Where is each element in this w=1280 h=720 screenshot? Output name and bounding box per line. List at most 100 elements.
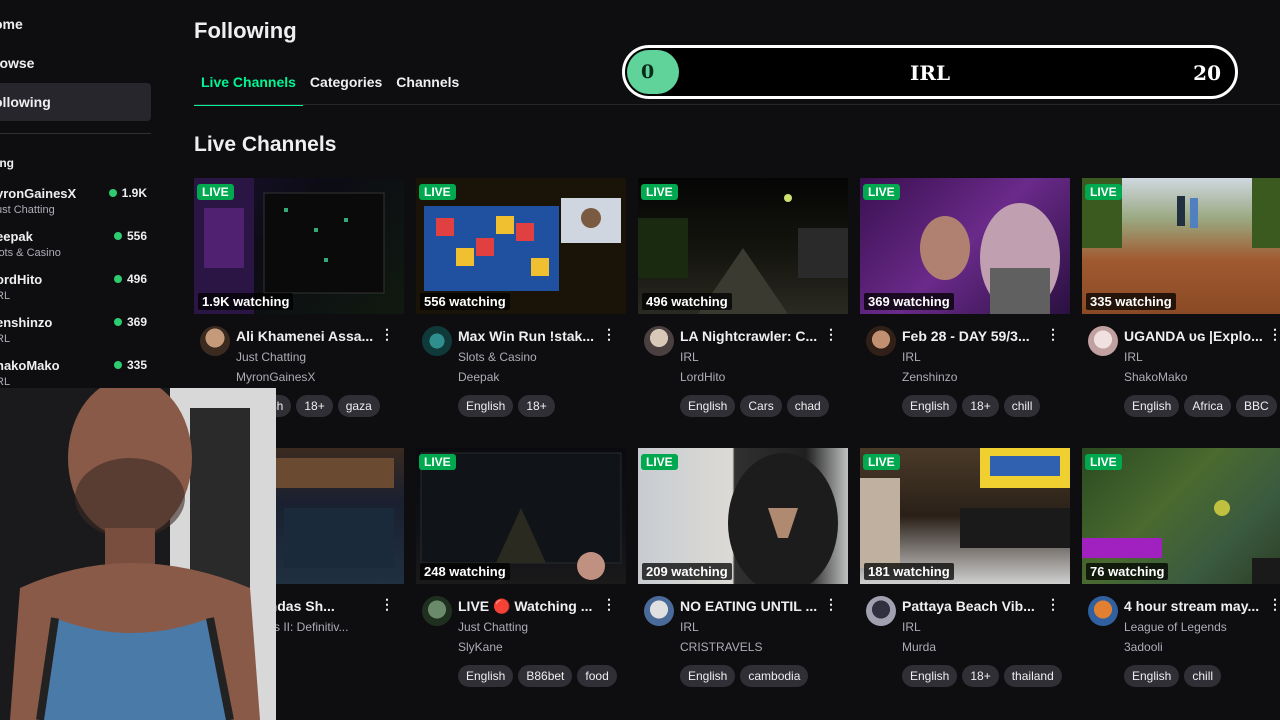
tab-categories[interactable]: Categories [303,72,389,104]
more-options-icon[interactable]: ⋮ [1046,326,1060,343]
avatar[interactable] [1088,596,1118,626]
stream-category[interactable]: IRL [902,350,921,364]
stream-thumbnail[interactable]: LIVE 248 watching [416,448,626,584]
more-options-icon[interactable]: ⋮ [1268,596,1280,613]
stream-thumbnail[interactable]: LIVE 369 watching [860,178,1070,314]
avatar[interactable] [644,596,674,626]
stream-category[interactable]: IRL [1124,350,1143,364]
more-options-icon[interactable]: ⋮ [602,326,616,343]
nav-browse[interactable]: rowse [0,44,151,82]
stream-thumbnail[interactable]: LIVE 1.9K watching [194,178,404,314]
stream-thumbnail[interactable]: LIVE 76 watching [1082,448,1280,584]
tag[interactable]: chad [786,395,829,417]
stream-category[interactable]: Slots & Casino [458,350,537,364]
tag[interactable]: chill [1003,395,1041,417]
stream-title[interactable]: 4 hour stream may... [1124,598,1272,614]
stream-thumbnail[interactable]: LIVE 335 watching [1082,178,1280,314]
stream-title[interactable]: UGANDA ᴜɢ |Explo... [1124,328,1272,344]
tag[interactable]: 18+ [962,665,999,687]
tag[interactable]: 18+ [296,395,333,417]
tag[interactable]: English [902,665,958,687]
tag[interactable]: B86bet [518,665,573,687]
tag[interactable]: thailand [1003,665,1062,687]
stream-thumbnail[interactable]: LIVE 556 watching [416,178,626,314]
streamer-name[interactable]: MyronGainesX [236,370,315,384]
stream-title[interactable]: Feb 28 - DAY 59/3... [902,328,1050,344]
stream-card[interactable]: LIVE 248 watching LIVE 🔴 Watching ... ⋮ … [416,448,626,698]
stream-title[interactable]: LIVE 🔴 Watching ... [458,598,606,615]
stream-card[interactable]: LIVE 209 watching NO EATING UNTIL ... ⋮ … [638,448,848,698]
tab-channels[interactable]: Channels [389,72,466,104]
stream-card[interactable]: LIVE 76 watching 4 hour stream may... ⋮ … [1082,448,1280,698]
stream-card[interactable]: LIVE 369 watching Feb 28 - DAY 59/3... ⋮… [860,178,1070,428]
nav-following[interactable]: ollowing [0,83,151,121]
more-options-icon[interactable]: ⋮ [824,596,838,613]
stream-category[interactable]: League of Legends [1124,620,1227,634]
stream-title[interactable]: LA Nightcrawler: C... [680,328,828,344]
tag[interactable]: food [577,665,617,687]
tag[interactable]: BBC [1236,395,1277,417]
stream-card[interactable]: LIVE 556 watching Max Win Run !stak... ⋮… [416,178,626,428]
tag[interactable]: 18+ [962,395,999,417]
sidebar-channel[interactable]: ordHito RL 496 [0,272,151,312]
sidebar-channel[interactable]: yronGainesX ust Chatting 1.9K [0,186,151,226]
nav-home-label: ome [0,16,23,32]
tag[interactable]: cambodia [740,665,809,687]
streamer-name[interactable]: ShakoMako [1124,370,1187,384]
stream-card[interactable]: LIVE 181 watching Pattaya Beach Vib... ⋮… [860,448,1070,698]
tag[interactable]: English [1124,665,1180,687]
stream-thumbnail[interactable]: LIVE 181 watching [860,448,1070,584]
streamer-name[interactable]: LordHito [680,370,725,384]
more-options-icon[interactable]: ⋮ [1268,326,1280,343]
tag[interactable]: chill [1184,665,1222,687]
more-options-icon[interactable]: ⋮ [1046,596,1060,613]
stream-card[interactable]: LIVE 496 watching LA Nightcrawler: C... … [638,178,848,428]
more-options-icon[interactable]: ⋮ [380,326,394,343]
sidebar-channel-viewers: 556 [113,229,147,243]
stream-category[interactable]: IRL [902,620,921,634]
stream-category[interactable]: Just Chatting [458,620,528,634]
stream-card[interactable]: LIVE 335 watching UGANDA ᴜɢ |Explo... ⋮ … [1082,178,1280,428]
tab-bar: Live Channels Categories Channels [194,72,466,106]
streamer-name[interactable]: Murda [902,640,936,654]
tag[interactable]: English [1124,395,1180,417]
tag[interactable]: English [458,665,514,687]
avatar[interactable] [422,326,452,356]
streamer-name[interactable]: SlyKane [458,640,503,654]
tag[interactable]: English [680,395,736,417]
tag[interactable]: English [902,395,958,417]
streamer-name[interactable]: Zenshinzo [902,370,957,384]
stream-category[interactable]: IRL [680,350,699,364]
avatar[interactable] [866,326,896,356]
tag[interactable]: Cars [740,395,782,417]
more-options-icon[interactable]: ⋮ [380,596,394,613]
streamer-name[interactable]: Deepak [458,370,499,384]
tag[interactable]: gaza [337,395,380,417]
stream-title[interactable]: Max Win Run !stak... [458,328,606,344]
streamer-name[interactable]: 3adooli [1124,640,1163,654]
avatar[interactable] [644,326,674,356]
sidebar-channel[interactable]: enshinzo RL 369 [0,315,151,355]
stream-category[interactable]: Just Chatting [236,350,306,364]
nav-home[interactable]: ome [0,5,151,43]
streamer-name[interactable]: CRISTRAVELS [680,640,762,654]
sidebar-channel[interactable]: eepak lots & Casino 556 [0,229,151,269]
stream-title[interactable]: Ali Khamenei Assa... [236,328,384,344]
avatar[interactable] [422,596,452,626]
tag-list: English B86bet food [458,665,617,687]
tab-live-channels[interactable]: Live Channels [194,72,303,106]
stream-category[interactable]: IRL [680,620,699,634]
avatar[interactable] [866,596,896,626]
stream-thumbnail[interactable]: LIVE 496 watching [638,178,848,314]
tag[interactable]: 18+ [518,395,555,417]
stream-title[interactable]: Pattaya Beach Vib... [902,598,1050,614]
stream-thumbnail[interactable]: LIVE 209 watching [638,448,848,584]
tag[interactable]: Africa [1184,395,1232,417]
tag[interactable]: English [680,665,736,687]
more-options-icon[interactable]: ⋮ [824,326,838,343]
avatar[interactable] [1088,326,1118,356]
more-options-icon[interactable]: ⋮ [602,596,616,613]
avatar[interactable] [200,326,230,356]
tag[interactable]: English [458,395,514,417]
stream-title[interactable]: NO EATING UNTIL ... [680,598,828,614]
